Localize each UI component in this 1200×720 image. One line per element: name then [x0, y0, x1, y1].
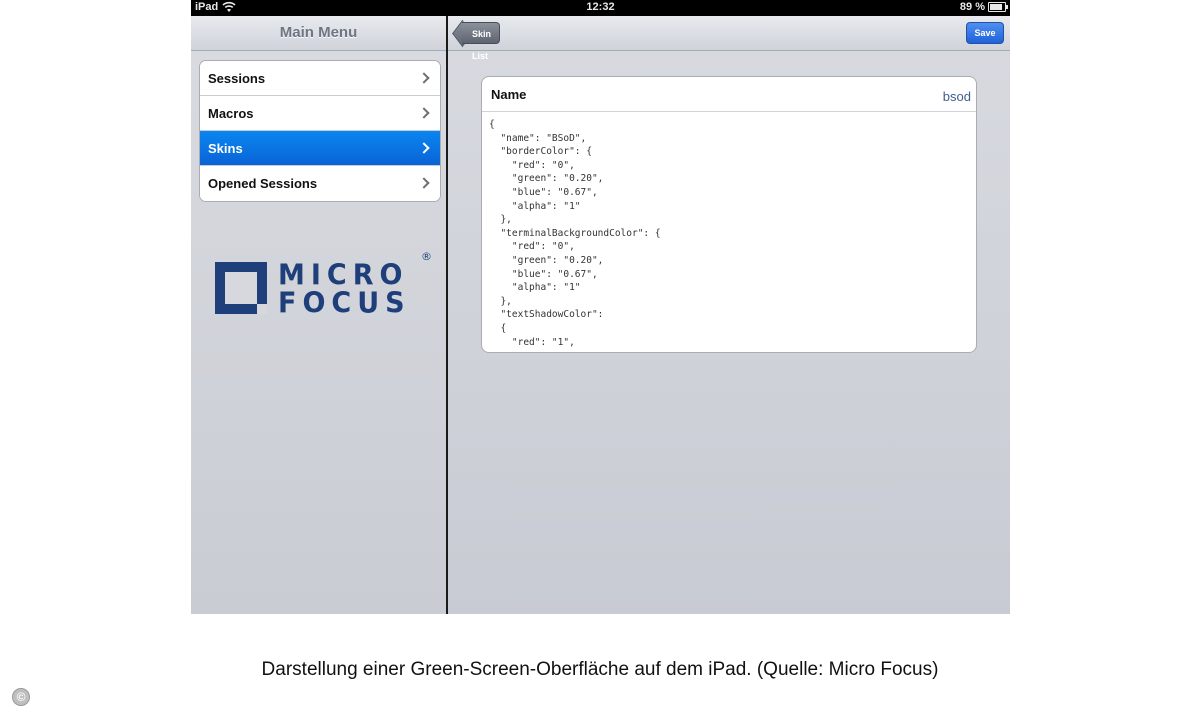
chevron-right-icon — [418, 142, 430, 154]
detail-nav-bar: Skin List Save — [448, 16, 1010, 61]
name-label: Name — [491, 87, 527, 102]
logo-word-micro: MICRO — [278, 259, 409, 292]
chevron-right-icon — [418, 107, 430, 119]
menu-item-label: Skins — [208, 140, 243, 156]
menu-item-label: Sessions — [208, 70, 266, 86]
save-button[interactable]: Save — [966, 22, 1004, 44]
ipad-screen: iPad 12:32 89 % Main Menu Sessions Macro… — [191, 0, 1010, 614]
name-value: bsod — [942, 89, 971, 104]
status-right: 89 % — [959, 1, 1008, 13]
image-caption: Darstellung einer Green-Screen-Oberfläch… — [261, 659, 939, 680]
battery-percent: 89 % — [959, 1, 985, 13]
menu-item-label: Macros — [208, 105, 254, 121]
master-pane: Main Menu Sessions Macros Skins Opened S… — [191, 16, 446, 614]
master-nav-bar: Main Menu — [191, 16, 446, 51]
menu-item-skins[interactable]: Skins — [200, 131, 440, 166]
status-bar: iPad 12:32 89 % — [191, 0, 1010, 16]
chevron-right-icon — [418, 72, 430, 84]
name-row[interactable]: Name bsod — [482, 77, 976, 112]
skin-detail-card: Name bsod { "name": "BSoD", "borderColor… — [481, 76, 977, 353]
menu-item-sessions[interactable]: Sessions — [200, 61, 440, 96]
status-time: 12:32 — [586, 1, 615, 13]
logo-mark-icon — [215, 262, 267, 314]
registered-mark: ® — [421, 250, 432, 263]
menu-item-label: Opened Sessions — [208, 176, 318, 191]
skin-json-text[interactable]: { "name": "BSoD", "borderColor": { "red"… — [482, 112, 976, 352]
main-menu-title: Main Menu — [279, 24, 358, 41]
copyright-icon: © — [12, 688, 30, 706]
skin-list-back-button[interactable]: Skin List — [462, 22, 501, 61]
battery-icon — [988, 2, 1008, 12]
menu-item-opened-sessions[interactable]: Opened Sessions — [200, 166, 440, 201]
micro-focus-logo: MICRO FOCUS ® — [215, 250, 435, 320]
chevron-right-icon — [418, 177, 430, 189]
detail-pane: Skin List Save Name bsod { "name": "BSoD… — [448, 16, 1010, 614]
main-menu-list: Sessions Macros Skins Opened Sessions — [199, 60, 441, 202]
logo-word-focus: FOCUS — [278, 287, 411, 320]
menu-item-macros[interactable]: Macros — [200, 96, 440, 131]
